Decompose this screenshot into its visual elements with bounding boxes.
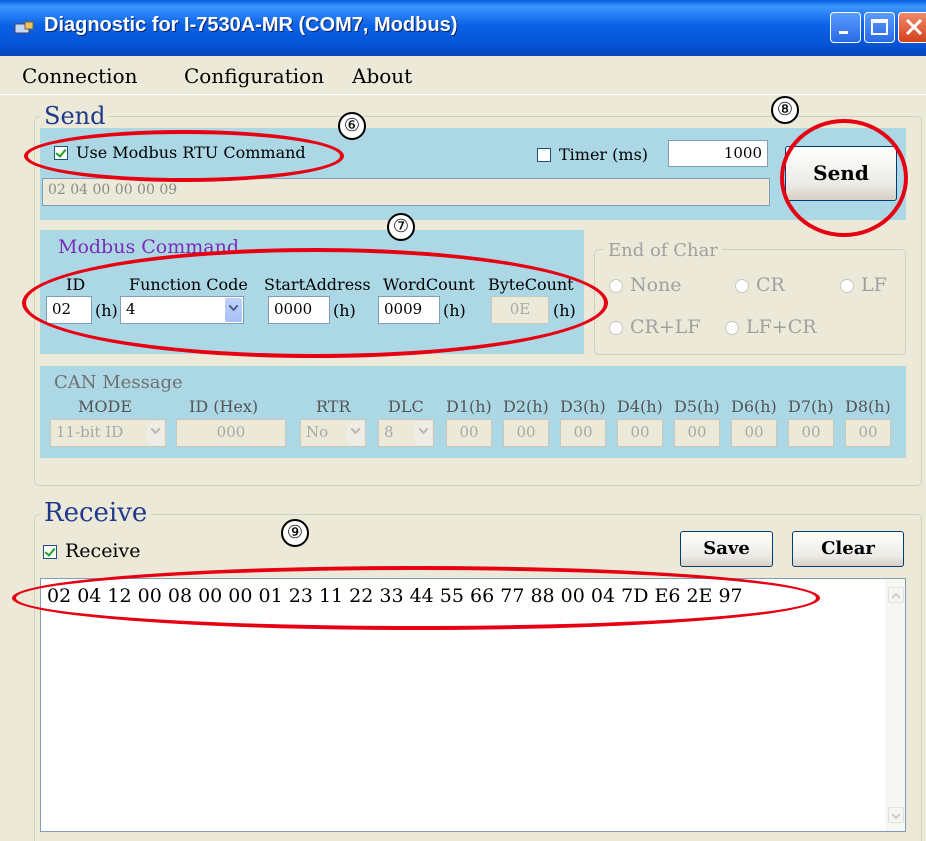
radio-lf-label: LF (861, 274, 887, 296)
can-d7-input: 00 (788, 419, 834, 447)
can-header-rtr: RTR (316, 397, 351, 416)
receive-textarea[interactable]: 02 04 12 00 08 00 00 01 23 11 22 33 44 5… (40, 578, 906, 832)
id-hex-suffix: (h) (95, 301, 118, 320)
can-id-input: 000 (176, 419, 286, 447)
radio-cr-label: CR (756, 274, 785, 296)
id-input[interactable]: 02 (46, 296, 92, 324)
can-header-mode: MODE (78, 397, 133, 416)
save-button[interactable]: Save (680, 531, 773, 567)
can-dlc-select: 8 (378, 419, 434, 447)
can-d3-input: 00 (560, 419, 606, 447)
radio-none-label: None (630, 274, 682, 296)
menu-connection[interactable]: Connection (22, 64, 138, 88)
minimize-icon (839, 31, 848, 34)
maximize-button[interactable] (864, 12, 895, 43)
can-d8-input: 00 (845, 419, 891, 447)
byte-count-label: ByteCount (488, 275, 574, 294)
chevron-down-icon (347, 421, 364, 445)
chevron-down-icon (415, 421, 432, 445)
start-address-hex-suffix: (h) (333, 301, 356, 320)
receive-checkbox-label: Receive (65, 540, 141, 562)
command-input[interactable]: 02 04 00 00 00 09 (42, 178, 770, 206)
minimize-button[interactable] (830, 12, 861, 43)
can-header-d6: D6(h) (731, 397, 777, 416)
use-rtu-checkbox[interactable] (54, 146, 68, 160)
menu-bar: Connection Configuration About (0, 56, 926, 95)
radio-cr-lf-label: CR+LF (630, 316, 701, 338)
menu-about[interactable]: About (352, 64, 412, 88)
step-number-7: ⑦ (387, 213, 415, 241)
receive-text: 02 04 12 00 08 00 00 01 23 11 22 33 44 5… (47, 585, 743, 607)
chevron-up-icon (891, 592, 901, 599)
timer-checkbox[interactable] (537, 148, 551, 162)
start-address-input[interactable]: 0000 (268, 296, 330, 324)
can-d5-input: 00 (674, 419, 720, 447)
use-rtu-label: Use Modbus RTU Command (76, 143, 306, 162)
can-d1-input: 00 (446, 419, 492, 447)
radio-none[interactable] (609, 279, 623, 293)
receive-checkbox[interactable] (43, 545, 57, 559)
chevron-down-icon[interactable] (225, 298, 242, 322)
radio-cr[interactable] (735, 279, 749, 293)
end-of-char-title: End of Char (604, 240, 722, 261)
timer-interval-input[interactable]: 1000 (668, 140, 768, 167)
chevron-down-icon (891, 813, 901, 820)
chevron-down-icon (147, 421, 164, 445)
can-d6-input: 00 (731, 419, 777, 447)
can-header-d7: D7(h) (788, 397, 834, 416)
radio-lf-cr-label: LF+CR (746, 316, 817, 338)
scroll-up-button[interactable] (888, 587, 904, 603)
app-icon (14, 21, 34, 34)
close-button[interactable] (898, 12, 926, 43)
clear-button[interactable]: Clear (792, 531, 904, 567)
title-bar[interactable]: Diagnostic for I-7530A-MR (COM7, Modbus) (0, 0, 926, 56)
can-rtr-value: No (306, 423, 329, 441)
can-header-d2: D2(h) (503, 397, 549, 416)
byte-count-hex-suffix: (h) (553, 301, 576, 320)
end-of-char-group (594, 249, 906, 355)
step-number-6: ⑥ (338, 112, 366, 140)
menu-configuration[interactable]: Configuration (184, 64, 324, 88)
radio-lf[interactable] (840, 279, 854, 293)
can-header-d5: D5(h) (674, 397, 720, 416)
can-header-d1: D1(h) (446, 397, 492, 416)
timer-label: Timer (ms) (559, 145, 649, 164)
step-number-9: ⑨ (281, 519, 309, 547)
can-mode-select: 11-bit ID (50, 419, 166, 447)
receive-group-title: Receive (40, 498, 152, 528)
step-number-8: ⑧ (771, 96, 799, 124)
word-count-input[interactable]: 0009 (378, 296, 440, 324)
can-d4-input: 00 (617, 419, 663, 447)
send-button[interactable]: Send (785, 146, 897, 201)
function-code-label: Function Code (129, 275, 248, 294)
word-count-hex-suffix: (h) (443, 301, 466, 320)
word-count-label: WordCount (383, 275, 475, 294)
radio-cr-lf[interactable] (609, 321, 623, 335)
can-header-d3: D3(h) (560, 397, 606, 416)
can-rtr-select: No (300, 419, 366, 447)
send-panel (40, 128, 906, 220)
close-icon (905, 18, 923, 36)
modbus-command-title: Modbus Command (58, 236, 239, 258)
can-header-id: ID (Hex) (189, 397, 259, 416)
id-label: ID (66, 275, 86, 294)
can-header-d4: D4(h) (617, 397, 663, 416)
function-code-value: 4 (126, 300, 136, 318)
radio-lf-cr[interactable] (725, 321, 739, 335)
vertical-scrollbar[interactable] (886, 579, 905, 831)
start-address-label: StartAddress (264, 275, 371, 294)
can-dlc-value: 8 (384, 423, 394, 441)
can-d2-input: 00 (503, 419, 549, 447)
window-title: Diagnostic for I-7530A-MR (COM7, Modbus) (44, 14, 458, 36)
can-header-d8: D8(h) (845, 397, 891, 416)
function-code-select[interactable]: 4 (120, 296, 244, 324)
can-mode-value: 11-bit ID (56, 423, 124, 441)
maximize-icon (871, 19, 888, 35)
can-message-title: CAN Message (54, 372, 183, 393)
send-group-title: Send (40, 102, 110, 130)
can-header-dlc: DLC (388, 397, 424, 416)
scroll-down-button[interactable] (888, 807, 904, 823)
diagnostic-window: Diagnostic for I-7530A-MR (COM7, Modbus)… (0, 0, 926, 841)
byte-count-input: 0E (491, 296, 549, 324)
